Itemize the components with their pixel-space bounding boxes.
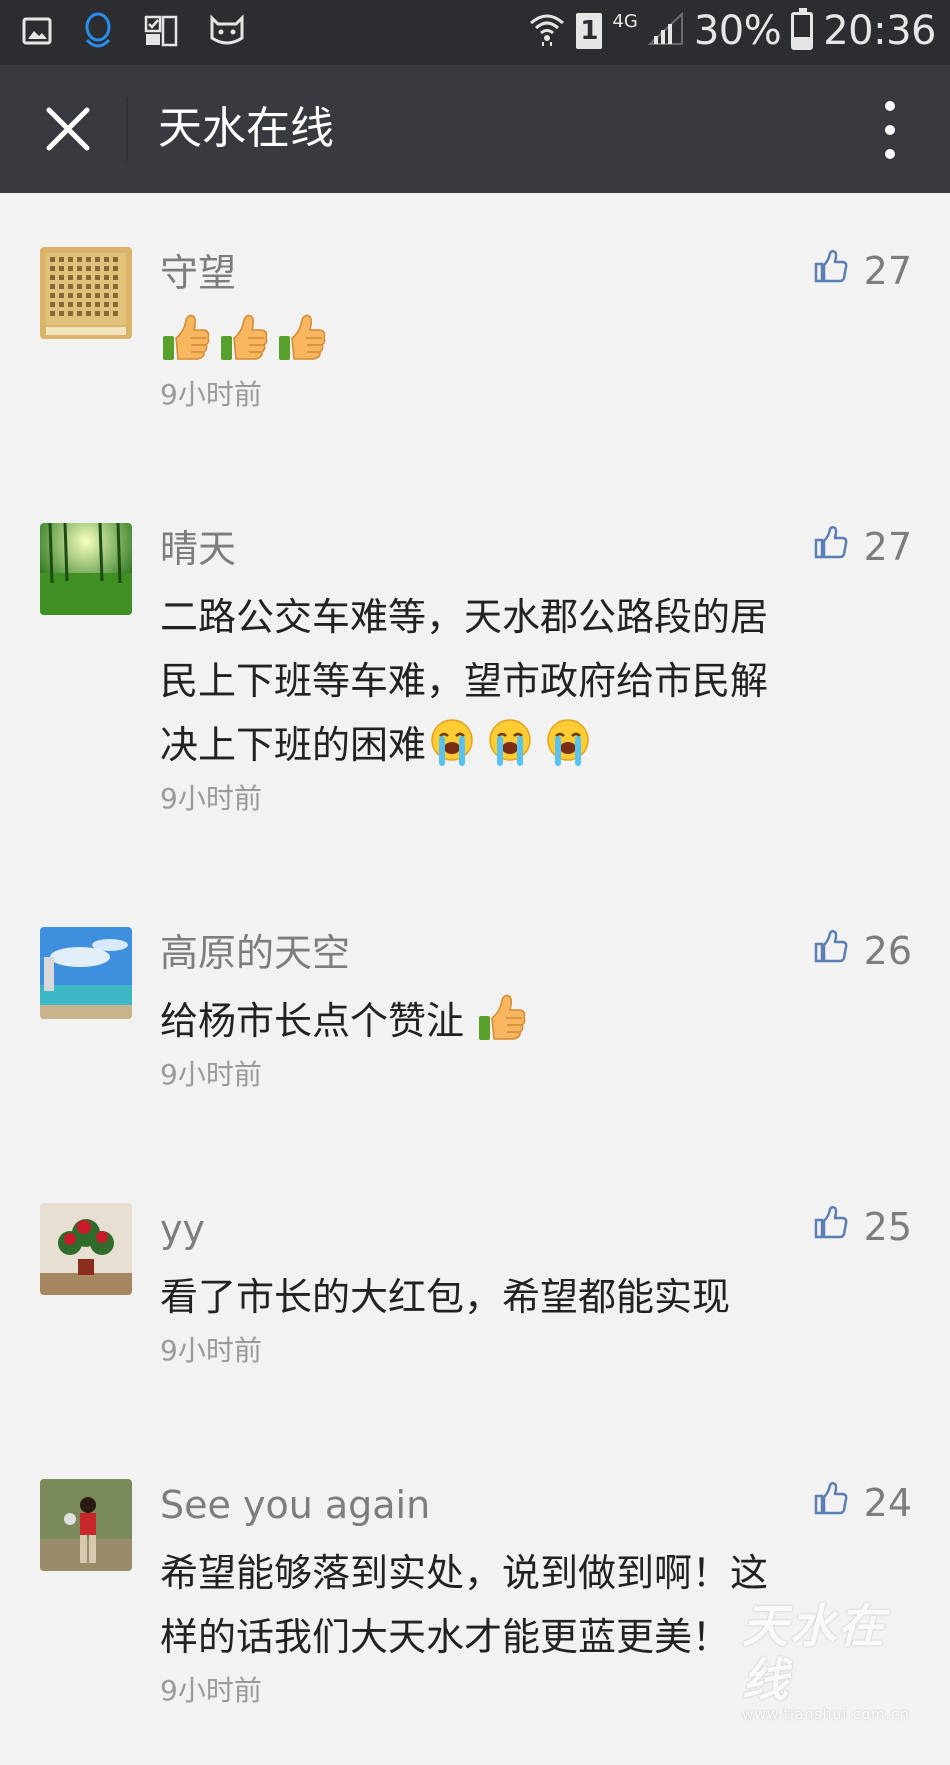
thumbs-up-emoji-icon xyxy=(218,312,270,364)
like-count: 27 xyxy=(864,249,912,293)
crying-face-emoji-icon xyxy=(484,716,536,768)
status-notification-icons xyxy=(22,12,246,54)
qq-icon xyxy=(82,12,114,54)
watermark-url: www.tianshui.com.cn xyxy=(742,1707,932,1723)
check-icon xyxy=(144,15,178,51)
battery-icon xyxy=(791,12,813,50)
comment-time: 9小时前 xyxy=(160,1057,790,1093)
comment-list: 守望9小时前27晴天二路公交车难等，天水郡公路段的居民上下班等车难，望市政府给市… xyxy=(0,193,950,1765)
like-button[interactable]: 24 xyxy=(814,1481,912,1525)
comment-item: 守望 9小时前 27 xyxy=(0,193,950,469)
thumbs-up-icon xyxy=(814,1481,848,1525)
comment-nickname: yy xyxy=(160,1203,790,1255)
sim-icon: 1 xyxy=(576,13,602,49)
comment-nickname: See you again xyxy=(160,1479,790,1531)
like-button[interactable]: 27 xyxy=(814,249,912,293)
thumbs-up-icon xyxy=(814,525,848,569)
comment-time: 9小时前 xyxy=(160,377,790,413)
avatar[interactable] xyxy=(40,523,132,615)
more-options-button[interactable] xyxy=(870,95,910,165)
comment-nickname: 守望 xyxy=(160,247,790,299)
comment-time: 9小时前 xyxy=(160,1333,790,1369)
gallery-icon xyxy=(22,16,52,50)
title-bar: 天水在线 xyxy=(0,65,950,193)
thumbs-up-icon xyxy=(814,929,848,973)
battery-percent: 30% xyxy=(694,8,781,54)
wifi-icon xyxy=(528,11,566,51)
avatar[interactable] xyxy=(40,1479,132,1571)
watermark-logo-text: 天水在线 xyxy=(742,1599,932,1707)
title-divider xyxy=(126,97,128,161)
thumbs-up-icon xyxy=(814,1205,848,1249)
status-bar: 1 4G 30% 20:36 xyxy=(0,0,950,65)
comment-text xyxy=(160,309,790,373)
more-dot-icon xyxy=(885,101,895,111)
more-dot-icon xyxy=(885,125,895,135)
status-system-icons: 1 4G 30% 20:36 xyxy=(528,8,936,54)
thumbs-up-emoji-icon xyxy=(476,992,528,1044)
comment-text: 给杨市长点个赞沚 xyxy=(160,989,790,1053)
like-count: 26 xyxy=(864,929,912,973)
thumbs-up-icon xyxy=(814,249,848,293)
like-button[interactable]: 27 xyxy=(814,525,912,569)
like-button[interactable]: 25 xyxy=(814,1205,912,1249)
more-dot-icon xyxy=(885,149,895,159)
comment-text-content: 希望能够落到实处，说到做到啊！这样的话我们大天水才能更蓝更美！ xyxy=(160,1551,768,1659)
comment-item: 高原的天空给杨市长点个赞沚 9小时前 26 xyxy=(0,873,950,1149)
crying-face-emoji-icon xyxy=(542,716,594,768)
like-count: 27 xyxy=(864,525,912,569)
avatar[interactable] xyxy=(40,247,132,339)
comment-nickname: 晴天 xyxy=(160,523,790,575)
like-button[interactable]: 26 xyxy=(814,929,912,973)
thumbs-up-emoji-icon xyxy=(276,312,328,364)
clock: 20:36 xyxy=(823,8,936,54)
signal-icon xyxy=(648,12,684,50)
comment-item: yy 看了市长的大红包，希望都能实现 9小时前 25 xyxy=(0,1149,950,1425)
avatar[interactable] xyxy=(40,1203,132,1295)
network-type-label: 4G xyxy=(612,11,637,32)
page-title: 天水在线 xyxy=(158,101,334,157)
comment-text-content: 看了市长的大红包，希望都能实现 xyxy=(160,1275,730,1319)
comment-text: 希望能够落到实处，说到做到啊！这样的话我们大天水才能更蓝更美！ xyxy=(160,1541,790,1669)
comment-text-content: 给杨市长点个赞沚 xyxy=(160,999,476,1043)
comment-item: 晴天二路公交车难等，天水郡公路段的居民上下班等车难，望市政府给市民解决上下班的困… xyxy=(0,469,950,873)
avatar[interactable] xyxy=(40,927,132,1019)
cat-app-icon xyxy=(208,14,246,52)
crying-face-emoji-icon xyxy=(426,716,478,768)
comment-nickname: 高原的天空 xyxy=(160,927,790,979)
thumbs-up-emoji-icon xyxy=(160,312,212,364)
comment-text: 看了市长的大红包，希望都能实现 xyxy=(160,1265,790,1329)
close-button[interactable] xyxy=(28,89,108,169)
like-count: 24 xyxy=(864,1481,912,1525)
watermark-logo: 天水在线 www.tianshui.com.cn xyxy=(742,1599,932,1679)
like-count: 25 xyxy=(864,1205,912,1249)
comment-time: 9小时前 xyxy=(160,1673,790,1709)
comment-text: 二路公交车难等，天水郡公路段的居民上下班等车难，望市政府给市民解决上下班的困难 xyxy=(160,585,790,777)
close-icon xyxy=(45,106,91,152)
comment-time: 9小时前 xyxy=(160,781,790,817)
